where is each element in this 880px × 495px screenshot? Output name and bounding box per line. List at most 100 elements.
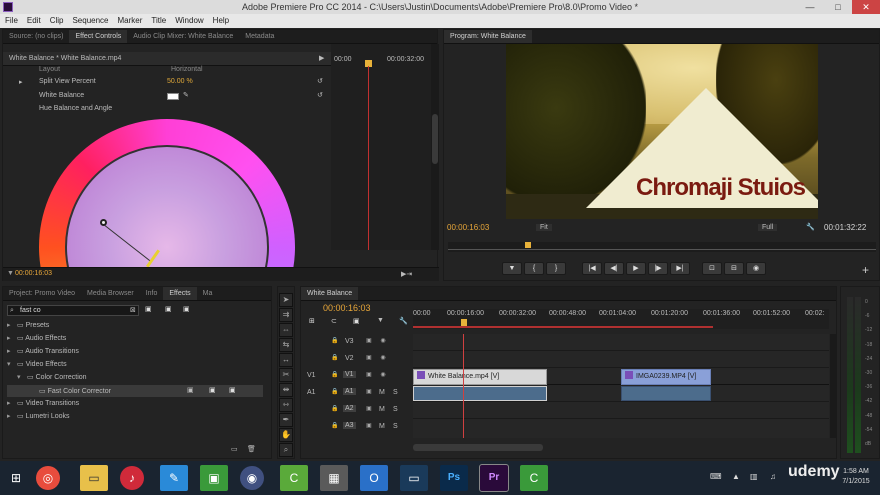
menu-help[interactable]: Help bbox=[208, 14, 233, 25]
tree-item-audio-effects[interactable]: ▸ ▭ Audio Effects bbox=[7, 334, 66, 342]
menu-window[interactable]: Window bbox=[170, 14, 207, 25]
tab-metadata[interactable]: Metadata bbox=[239, 30, 280, 43]
timeline-vertical-scrollbar[interactable] bbox=[830, 334, 836, 438]
accelerated-effects-icon[interactable]: ▣ bbox=[145, 305, 152, 313]
tree-item-video-transitions[interactable]: ▸ ▭ Video Transitions bbox=[7, 399, 79, 407]
notepad-icon[interactable]: ✎ bbox=[160, 465, 188, 491]
camtasia-icon[interactable]: ▣ bbox=[200, 465, 228, 491]
network-icon[interactable]: ▥ bbox=[750, 472, 758, 481]
program-scrubber[interactable] bbox=[448, 242, 876, 252]
razor-tool-icon[interactable]: ✂ bbox=[279, 368, 293, 382]
mark-out-button[interactable]: } bbox=[546, 262, 566, 275]
tab-effects[interactable]: Effects bbox=[163, 287, 197, 300]
media-player-icon[interactable]: ◉ bbox=[240, 466, 264, 490]
add-marker-button[interactable]: ▼ bbox=[502, 262, 522, 275]
solo-button[interactable]: S bbox=[393, 406, 398, 413]
program-video-frame[interactable]: Chromaji Stuios bbox=[506, 44, 818, 219]
tree-item-presets[interactable]: ▸ ▭ Presets bbox=[7, 321, 49, 329]
timeline-timecode[interactable]: 00:00:16:03 bbox=[323, 303, 371, 313]
premiere-pro-icon[interactable]: Pr bbox=[479, 464, 509, 492]
split-view-expander[interactable]: ▸ bbox=[19, 78, 23, 86]
delete-icon[interactable]: 🗑 bbox=[247, 445, 256, 453]
system-clock[interactable]: 1:58 AM 7/1/2015 bbox=[836, 467, 876, 487]
tree-item-video-effects[interactable]: ▾ ▭ Video Effects bbox=[7, 360, 67, 368]
outlook-icon[interactable]: O bbox=[360, 465, 388, 491]
calculator-icon[interactable]: ▦ bbox=[320, 465, 348, 491]
menu-clip[interactable]: Clip bbox=[45, 14, 68, 25]
audio-clip-white-balance[interactable] bbox=[413, 386, 547, 401]
tray-icon[interactable]: ▲ bbox=[732, 472, 740, 481]
lift-button[interactable]: ⊡ bbox=[702, 262, 722, 275]
tab-audio-clip-mixer[interactable]: Audio Clip Mixer: White Balance bbox=[127, 30, 239, 43]
keyboard-tray-icon[interactable]: ⌨ bbox=[710, 472, 722, 481]
rolling-edit-tool-icon[interactable]: ⇆ bbox=[279, 338, 293, 352]
zoom-tool-icon[interactable]: ⌕ bbox=[279, 443, 293, 457]
go-to-in-button[interactable]: |◀ bbox=[582, 262, 602, 275]
program-timecode[interactable]: 00:00:16:03 bbox=[447, 223, 489, 232]
file-explorer-icon[interactable]: ▭ bbox=[80, 465, 108, 491]
play-effect-icon[interactable]: ▶ bbox=[319, 54, 324, 62]
split-view-value[interactable]: 50.00 % bbox=[167, 78, 193, 85]
effect-controls-timecode[interactable]: 00:00:16:03 bbox=[15, 270, 52, 277]
menu-file[interactable]: File bbox=[0, 14, 22, 25]
effects-search[interactable]: ⌕ fast co ⊠ bbox=[7, 305, 139, 316]
video-clip-imga0239[interactable]: IMGA0239.MP4 [V] bbox=[621, 369, 711, 385]
hand-tool-icon[interactable]: ✋ bbox=[279, 428, 293, 442]
step-back-button[interactable]: ◀| bbox=[604, 262, 624, 275]
remote-desktop-icon[interactable]: ▭ bbox=[400, 465, 428, 491]
tab-project[interactable]: Project: Promo Video bbox=[3, 287, 81, 300]
slide-tool-icon[interactable]: ⇿ bbox=[279, 398, 293, 412]
play-button[interactable]: ▶ bbox=[626, 262, 646, 275]
rate-stretch-tool-icon[interactable]: ↔ bbox=[279, 353, 293, 367]
yuv-effects-icon[interactable]: ▣ bbox=[183, 305, 190, 313]
program-playhead[interactable] bbox=[525, 242, 532, 248]
reset-icon[interactable]: ↺ bbox=[317, 91, 323, 99]
solo-button[interactable]: S bbox=[393, 389, 398, 396]
step-forward-button[interactable]: |▶ bbox=[648, 262, 668, 275]
tree-item-fast-color-corrector[interactable]: ▭ Fast Color Corrector ▣ ▣ ▣ bbox=[7, 385, 263, 397]
volume-icon[interactable]: ♫ bbox=[770, 472, 776, 481]
mute-button[interactable]: M bbox=[379, 423, 385, 430]
video-clip-white-balance[interactable]: White Balance.mp4 [V] bbox=[413, 369, 547, 385]
tab-media-browser[interactable]: Media Browser bbox=[81, 287, 140, 300]
menu-title[interactable]: Title bbox=[146, 14, 170, 25]
selection-tool-icon[interactable]: ➤ bbox=[279, 293, 293, 307]
add-button-icon[interactable]: + bbox=[862, 263, 869, 277]
solo-button[interactable]: S bbox=[393, 423, 398, 430]
pen-tool-icon[interactable]: ✒ bbox=[279, 413, 293, 427]
camtasia-recorder-icon[interactable]: C bbox=[280, 465, 308, 491]
minimize-button[interactable]: — bbox=[796, 0, 824, 14]
start-button[interactable]: ⊞ bbox=[4, 465, 28, 491]
tab-program[interactable]: Program: White Balance bbox=[444, 30, 532, 43]
itunes-icon[interactable]: ♪ bbox=[120, 466, 144, 490]
effect-controls-scrollbar[interactable] bbox=[431, 44, 439, 250]
export-icon[interactable]: ▶⇥ bbox=[401, 270, 412, 278]
reset-icon[interactable]: ↺ bbox=[317, 77, 323, 85]
export-frame-button[interactable]: ◉ bbox=[746, 262, 766, 275]
mute-button[interactable]: M bbox=[379, 406, 385, 413]
wrench-icon[interactable]: 🔧 bbox=[806, 223, 815, 231]
menu-edit[interactable]: Edit bbox=[22, 14, 45, 25]
menu-sequence[interactable]: Sequence bbox=[67, 14, 112, 25]
linked-selection-icon[interactable]: ▣ bbox=[353, 317, 360, 325]
close-button[interactable]: ✕ bbox=[852, 0, 880, 14]
clear-search-icon[interactable]: ⊠ bbox=[130, 306, 136, 314]
32bit-effects-icon[interactable]: ▣ bbox=[165, 305, 172, 313]
mark-in-button[interactable]: { bbox=[524, 262, 544, 275]
eyedropper-icon[interactable]: ✎ bbox=[183, 91, 189, 99]
maximize-button[interactable]: □ bbox=[824, 0, 852, 14]
tab-effect-controls[interactable]: Effect Controls bbox=[69, 30, 128, 43]
timeline-settings-icon[interactable]: 🔧 bbox=[399, 317, 408, 325]
chrome-icon[interactable]: ◎ bbox=[36, 466, 60, 490]
quality-dropdown[interactable]: Full bbox=[758, 224, 778, 231]
nest-icon[interactable]: ⊞ bbox=[309, 317, 315, 325]
tab-source[interactable]: Source: (no clips) bbox=[3, 30, 69, 43]
track-select-tool-icon[interactable]: ⇉ bbox=[279, 308, 293, 322]
timeline-zoom-scrollbar[interactable] bbox=[413, 444, 543, 451]
track-area[interactable]: White Balance.mp4 [V] IMGA0239.MP4 [V] bbox=[413, 334, 829, 438]
extract-button[interactable]: ⊟ bbox=[724, 262, 744, 275]
add-marker-icon[interactable]: ▼ bbox=[377, 317, 384, 324]
layout-value[interactable]: Horizontal bbox=[171, 66, 203, 73]
photoshop-icon[interactable]: Ps bbox=[440, 465, 468, 491]
slip-tool-icon[interactable]: ⇹ bbox=[279, 383, 293, 397]
